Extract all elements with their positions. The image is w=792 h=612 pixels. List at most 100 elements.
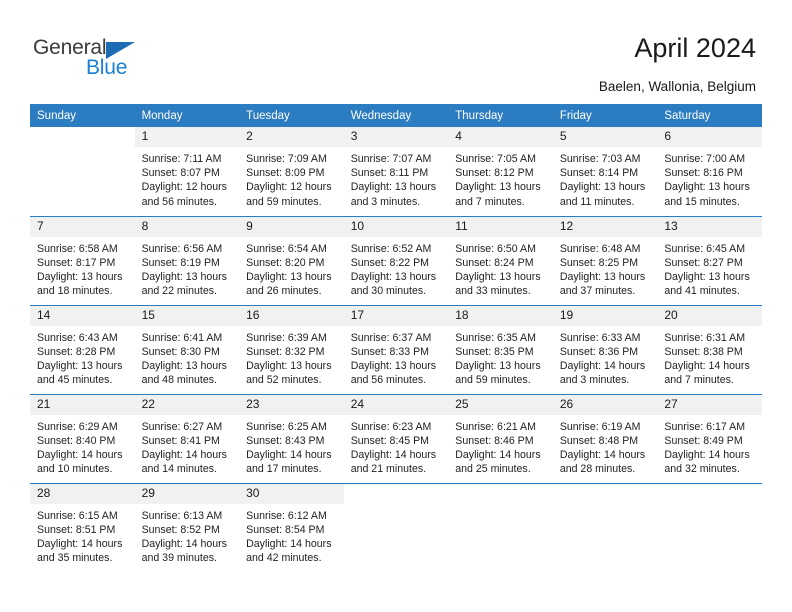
calendar-day-cell[interactable]: 27 Sunrise: 6:17 AM Sunset: 8:49 PM Dayligh… (657, 393, 762, 483)
calendar-day-cell[interactable]: 26 Sunrise: 6:19 AM Sunset: 8:48 PM Dayligh… (552, 393, 658, 483)
day-info: Sunrise: 6:21 AM Sunset: 8:46 PM Daylight:… (448, 415, 553, 477)
sunset-text: Sunset: 8:35 PM (455, 345, 534, 358)
sunrise-text: Sunrise: 6:19 AM (559, 420, 641, 433)
day-number: 7 (30, 216, 135, 237)
day-number: 30 (239, 483, 344, 504)
daylight-text: Daylight: 14 hours and 35 minutes. (37, 537, 123, 565)
sunrise-text: Sunrise: 6:43 AM (37, 331, 118, 344)
day-cell-inner: 25 Sunrise: 6:21 AM Sunset: 8:46 PM Dayligh… (448, 394, 553, 483)
daylight-text: Daylight: 14 hours and 28 minutes. (559, 448, 646, 476)
day-cell-inner: 17 Sunrise: 6:37 AM Sunset: 8:33 PM Dayligh… (343, 305, 449, 394)
sunrise-text: Sunrise: 6:17 AM (664, 420, 746, 433)
day-info: Sunrise: 7:05 AM Sunset: 8:12 PM Daylight:… (448, 147, 553, 209)
sunrise-text: Sunrise: 6:58 AM (37, 242, 118, 255)
calendar-day-cell[interactable]: 21 Sunrise: 6:29 AM Sunset: 8:40 PM Dayligh… (30, 393, 135, 483)
day-cell-inner: 28 Sunrise: 6:15 AM Sunset: 8:51 PM Dayligh… (30, 483, 135, 572)
sunrise-text: Sunrise: 6:27 AM (141, 420, 223, 433)
day-number: 11 (448, 216, 553, 237)
calendar-day-cell[interactable]: 4 Sunrise: 7:05 AM Sunset: 8:12 PM Daylight… (448, 127, 553, 216)
daylight-text: Daylight: 14 hours and 14 minutes. (141, 448, 227, 476)
day-cell-inner: 1 Sunrise: 7:11 AM Sunset: 8:07 PM Daylight… (134, 127, 240, 215)
calendar-day-cell[interactable]: 15 Sunrise: 6:41 AM Sunset: 8:30 PM Dayligh… (134, 304, 240, 394)
daylight-text: Daylight: 13 hours and 41 minutes. (664, 270, 750, 298)
calendar-day-cell[interactable]: 12 Sunrise: 6:48 AM Sunset: 8:25 PM Dayligh… (552, 215, 658, 305)
day-info: Sunrise: 6:43 AM Sunset: 8:28 PM Daylight:… (30, 326, 135, 388)
calendar-day-cell[interactable]: 16 Sunrise: 6:39 AM Sunset: 8:32 PM Dayligh… (239, 304, 344, 394)
calendar-day-cell[interactable]: 3 Sunrise: 7:07 AM Sunset: 8:11 PM Daylight… (343, 127, 449, 216)
calendar-day-cell[interactable]: 5 Sunrise: 7:03 AM Sunset: 8:14 PM Daylight… (552, 127, 658, 216)
day-info: Sunrise: 6:31 AM Sunset: 8:38 PM Daylight:… (657, 326, 762, 388)
calendar-day-cell[interactable]: 29 Sunrise: 6:13 AM Sunset: 8:52 PM Dayligh… (134, 482, 240, 572)
sunrise-text: Sunrise: 6:56 AM (141, 242, 223, 255)
calendar-day-cell[interactable]: 23 Sunrise: 6:25 AM Sunset: 8:43 PM Dayligh… (239, 393, 344, 483)
calendar-day-cell[interactable]: 17 Sunrise: 6:37 AM Sunset: 8:33 PM Dayligh… (343, 304, 449, 394)
sunset-text: Sunset: 8:33 PM (350, 345, 430, 358)
sunset-text: Sunset: 8:49 PM (664, 434, 743, 447)
calendar-day-cell[interactable]: 19 Sunrise: 6:33 AM Sunset: 8:36 PM Dayligh… (552, 304, 658, 394)
calendar-day-cell[interactable]: 6 Sunrise: 7:00 AM Sunset: 8:16 PM Daylight… (657, 127, 762, 216)
calendar-week-row: 14 Sunrise: 6:43 AM Sunset: 8:28 PM Dayligh… (30, 304, 762, 394)
day-cell-inner: 5 Sunrise: 7:03 AM Sunset: 8:14 PM Daylight… (552, 127, 658, 215)
calendar-day-cell[interactable]: 18 Sunrise: 6:35 AM Sunset: 8:35 PM Dayligh… (448, 304, 553, 394)
day-cell-inner: 27 Sunrise: 6:17 AM Sunset: 8:49 PM Dayligh… (657, 394, 762, 483)
day-info: Sunrise: 7:00 AM Sunset: 8:16 PM Daylight:… (657, 147, 762, 209)
calendar-day-cell[interactable]: 24 Sunrise: 6:23 AM Sunset: 8:45 PM Dayligh… (343, 393, 449, 483)
sunrise-text: Sunrise: 6:35 AM (455, 331, 536, 344)
day-number: 12 (552, 216, 658, 237)
sunrise-text: Sunrise: 7:05 AM (455, 153, 536, 165)
day-cell-inner: 6 Sunrise: 7:00 AM Sunset: 8:16 PM Daylight… (657, 127, 762, 215)
day-number: 25 (448, 394, 553, 415)
sunset-text: Sunset: 8:16 PM (664, 167, 743, 180)
calendar-day-cell[interactable]: 11 Sunrise: 6:50 AM Sunset: 8:24 PM Dayligh… (448, 215, 553, 305)
calendar-day-cell[interactable]: 10 Sunrise: 6:52 AM Sunset: 8:22 PM Dayligh… (343, 215, 449, 305)
day-cell-inner: 18 Sunrise: 6:35 AM Sunset: 8:35 PM Dayligh… (448, 305, 553, 394)
daylight-text: Daylight: 13 hours and 30 minutes. (350, 270, 437, 298)
day-number: 8 (134, 216, 240, 237)
calendar-day-cell[interactable]: 28 Sunrise: 6:15 AM Sunset: 8:51 PM Dayligh… (30, 482, 135, 572)
day-number: 9 (239, 216, 344, 237)
day-info: Sunrise: 6:39 AM Sunset: 8:32 PM Daylight:… (239, 326, 344, 388)
calendar-day-cell[interactable]: 8 Sunrise: 6:56 AM Sunset: 8:19 PM Daylight… (134, 215, 240, 305)
sunset-text: Sunset: 8:38 PM (664, 345, 743, 358)
calendar-day-cell[interactable]: 7 Sunrise: 6:58 AM Sunset: 8:17 PM Daylight… (30, 215, 135, 305)
brand-logo[interactable]: General Blue (33, 36, 213, 84)
day-cell-inner: 7 Sunrise: 6:58 AM Sunset: 8:17 PM Daylight… (30, 216, 135, 305)
sunrise-text: Sunrise: 6:50 AM (455, 242, 536, 255)
sunset-text: Sunset: 8:17 PM (37, 256, 116, 269)
calendar-day-cell[interactable]: 30 Sunrise: 6:12 AM Sunset: 8:54 PM Dayligh… (239, 482, 344, 572)
calendar-day-cell (657, 482, 762, 572)
day-cell-inner: 20 Sunrise: 6:31 AM Sunset: 8:38 PM Dayligh… (657, 305, 762, 394)
sunrise-text: Sunrise: 6:39 AM (246, 331, 327, 344)
day-number: 27 (657, 394, 762, 415)
day-cell-inner: 9 Sunrise: 6:54 AM Sunset: 8:20 PM Daylight… (239, 216, 344, 305)
calendar-day-cell[interactable]: 25 Sunrise: 6:21 AM Sunset: 8:46 PM Dayligh… (448, 393, 553, 483)
calendar-day-cell (343, 482, 449, 572)
calendar-day-cell[interactable]: 2 Sunrise: 7:09 AM Sunset: 8:09 PM Daylight… (239, 127, 344, 216)
brand-name-blue: Blue (86, 56, 128, 79)
day-info: Sunrise: 7:11 AM Sunset: 8:07 PM Daylight:… (135, 147, 240, 209)
day-number: 29 (134, 483, 240, 504)
calendar-day-cell (448, 482, 553, 572)
calendar-day-cell[interactable]: 1 Sunrise: 7:11 AM Sunset: 8:07 PM Daylight… (134, 127, 240, 216)
daylight-text: Daylight: 14 hours and 25 minutes. (455, 448, 541, 476)
sunset-text: Sunset: 8:12 PM (455, 167, 534, 180)
day-cell-inner: 10 Sunrise: 6:52 AM Sunset: 8:22 PM Dayligh… (343, 216, 449, 305)
calendar-day-cell[interactable]: 22 Sunrise: 6:27 AM Sunset: 8:41 PM Dayligh… (134, 393, 240, 483)
day-info: Sunrise: 6:52 AM Sunset: 8:22 PM Daylight:… (344, 237, 449, 299)
day-info: Sunrise: 6:35 AM Sunset: 8:35 PM Daylight:… (448, 326, 553, 388)
day-info: Sunrise: 6:50 AM Sunset: 8:24 PM Daylight:… (448, 237, 553, 299)
calendar-day-cell[interactable]: 9 Sunrise: 6:54 AM Sunset: 8:20 PM Daylight… (239, 215, 344, 305)
calendar-day-cell[interactable]: 13 Sunrise: 6:45 AM Sunset: 8:27 PM Dayligh… (657, 215, 762, 305)
daylight-text: Daylight: 14 hours and 21 minutes. (350, 448, 437, 476)
weekday-header-thursday: Thursday (448, 104, 553, 127)
day-cell-inner: 3 Sunrise: 7:07 AM Sunset: 8:11 PM Daylight… (343, 127, 449, 215)
daylight-text: Daylight: 13 hours and 33 minutes. (455, 270, 541, 298)
daylight-text: Daylight: 13 hours and 37 minutes. (559, 270, 646, 298)
calendar-table: Sunday Monday Tuesday Wednesday Thursday… (30, 104, 762, 572)
sunrise-text: Sunrise: 6:13 AM (141, 509, 223, 522)
day-info: Sunrise: 6:17 AM Sunset: 8:49 PM Daylight:… (657, 415, 762, 477)
day-cell-inner (448, 484, 553, 572)
calendar-day-cell[interactable]: 20 Sunrise: 6:31 AM Sunset: 8:38 PM Dayligh… (657, 304, 762, 394)
daylight-text: Daylight: 13 hours and 7 minutes. (455, 181, 541, 208)
calendar-day-cell[interactable]: 14 Sunrise: 6:43 AM Sunset: 8:28 PM Dayligh… (30, 304, 135, 394)
